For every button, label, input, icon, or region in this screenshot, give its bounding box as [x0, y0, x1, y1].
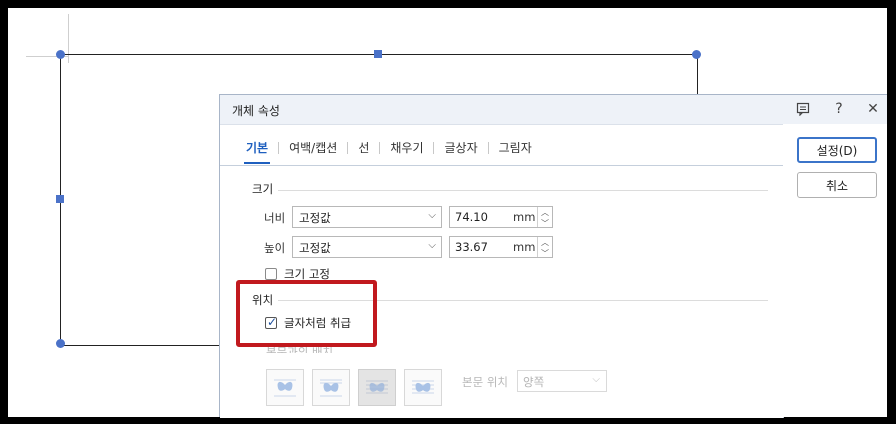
- width-mode-select[interactable]: 고정값 ⌵: [292, 206, 442, 228]
- body-position-select[interactable]: 양쪽 ⌵: [517, 370, 607, 392]
- spin-down-icon[interactable]: ﹀: [541, 248, 549, 259]
- butterfly-icon: [274, 379, 296, 396]
- size-section-divider: [278, 190, 768, 191]
- butterfly-icon: [366, 380, 388, 393]
- dialog-titlebar[interactable]: 개체 속성 ? ✕: [220, 95, 887, 125]
- width-unit: mm: [513, 210, 536, 224]
- width-input[interactable]: 74.10 mm ︿ ﹀: [449, 206, 553, 228]
- width-spin-buttons[interactable]: ︿ ﹀: [537, 207, 552, 229]
- wrap-behind-text-button[interactable]: [358, 369, 396, 406]
- resize-handle-top[interactable]: [374, 50, 382, 58]
- height-mode-select[interactable]: 고정값 ⌵: [292, 236, 442, 258]
- chevron-down-icon: ⌵: [428, 240, 436, 251]
- comment-icon[interactable]: [793, 99, 813, 119]
- tab-shadow[interactable]: 그림자: [493, 135, 538, 164]
- tab-basic[interactable]: 기본: [240, 135, 274, 164]
- chevron-down-icon: ⌵: [592, 374, 600, 385]
- tab-divider: [347, 142, 349, 154]
- height-value: 33.67: [455, 240, 488, 254]
- tab-divider: [433, 142, 435, 154]
- height-input[interactable]: 33.67 mm ︿ ﹀: [449, 236, 553, 258]
- chevron-down-icon: ⌵: [428, 210, 436, 221]
- spin-up-icon[interactable]: ︿: [541, 237, 549, 248]
- size-section-label: 크기: [252, 182, 274, 196]
- butterfly-icon: [412, 380, 434, 393]
- wrap-square-button[interactable]: [266, 369, 304, 406]
- width-label: 너비: [264, 211, 286, 225]
- tab-bar: 기본 여백/캡션 선 채우기 글상자 그림자: [240, 135, 538, 164]
- height-unit: mm: [513, 240, 536, 254]
- close-icon[interactable]: ✕: [863, 99, 883, 119]
- width-value: 74.10: [455, 210, 488, 224]
- resize-handle-left[interactable]: [56, 195, 64, 203]
- resize-handle-top-left[interactable]: [56, 50, 65, 59]
- cancel-button-label: 취소: [825, 178, 849, 193]
- spin-down-icon[interactable]: ﹀: [541, 218, 549, 229]
- dialog-title: 개체 속성: [232, 104, 280, 118]
- wrap-in-front-button[interactable]: [404, 369, 442, 406]
- help-icon[interactable]: ?: [829, 99, 849, 119]
- height-mode-value: 고정값: [299, 241, 331, 255]
- cancel-button[interactable]: 취소: [797, 172, 877, 198]
- spin-up-icon[interactable]: ︿: [541, 207, 549, 218]
- tab-divider: [379, 142, 381, 154]
- dialog-button-column: 설정(D) 취소: [783, 124, 887, 417]
- resize-handle-top-right[interactable]: [692, 50, 701, 59]
- butterfly-icon: [320, 379, 342, 396]
- tab-divider: [278, 142, 280, 154]
- body-position-value: 양쪽: [523, 375, 545, 389]
- highlight-annotation-box: [236, 280, 377, 347]
- fix-size-checkbox[interactable]: [265, 268, 277, 280]
- tab-margin-caption[interactable]: 여백/캡션: [283, 135, 343, 164]
- body-position-label: 본문 위치: [462, 375, 508, 389]
- tab-divider: [487, 142, 489, 154]
- wrap-tight-button[interactable]: [312, 369, 350, 406]
- width-mode-value: 고정값: [299, 211, 331, 225]
- tab-line[interactable]: 선: [352, 135, 375, 164]
- set-button[interactable]: 설정(D): [797, 137, 877, 163]
- height-label: 높이: [264, 241, 286, 255]
- resize-handle-bottom-left[interactable]: [56, 339, 65, 348]
- tab-textbox[interactable]: 글상자: [438, 135, 483, 164]
- set-button-label: 설정(D): [816, 143, 858, 158]
- tab-fill[interactable]: 채우기: [384, 135, 429, 164]
- height-spin-buttons[interactable]: ︿ ﹀: [537, 237, 552, 259]
